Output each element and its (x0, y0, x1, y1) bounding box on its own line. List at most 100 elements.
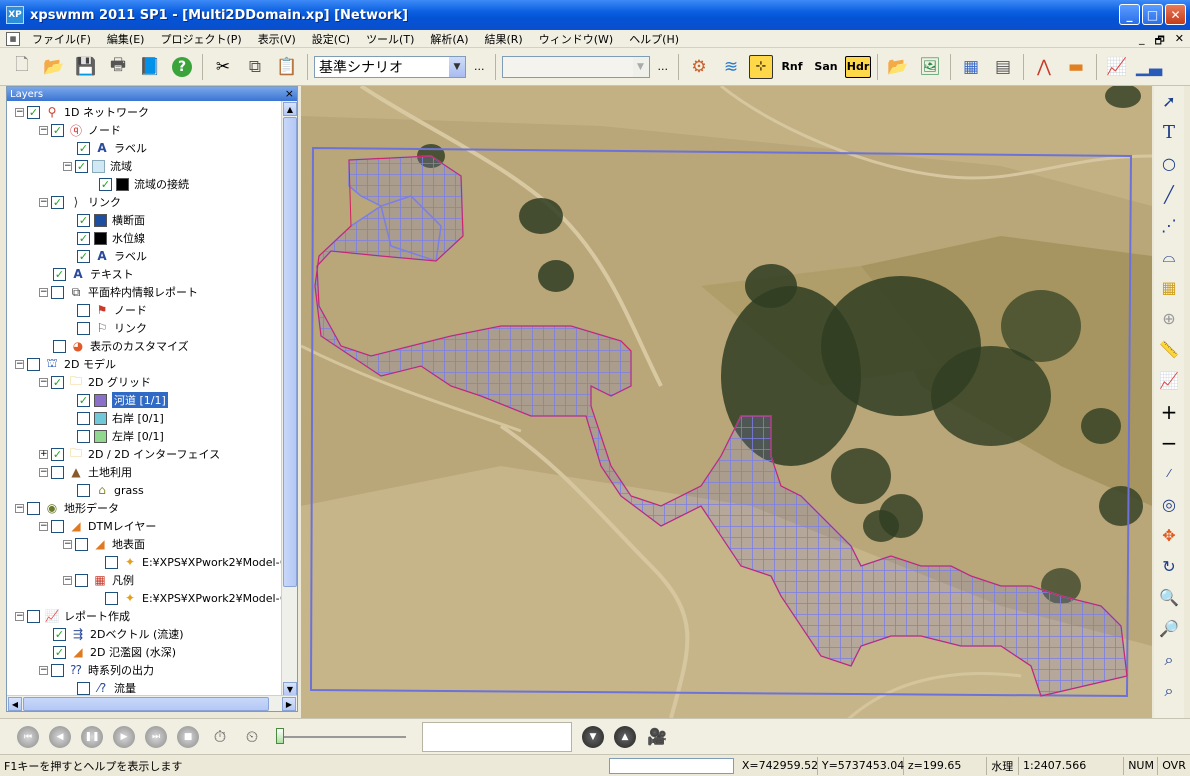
scroll-right-icon[interactable]: ▶ (282, 697, 296, 711)
layer-row[interactable]: ✦ E:¥XPS¥XPwork2¥Model-G (105, 553, 283, 571)
menu-help[interactable]: ヘルプ(H) (621, 31, 687, 47)
scroll-left-icon[interactable]: ◀ (8, 697, 22, 711)
expand-toggle[interactable]: − (39, 521, 48, 531)
layer-checkbox[interactable]: ✓ (51, 123, 64, 137)
layers-vertical-scrollbar[interactable]: ▲ ▼ (281, 101, 297, 697)
menu-view[interactable]: 表示(V) (250, 31, 304, 47)
expand-toggle[interactable]: − (63, 575, 72, 585)
polygon-tool-icon[interactable]: ⌓ (1156, 241, 1182, 272)
layer-row[interactable]: ◕ 表示のカスタマイズ (53, 337, 189, 355)
layers-close-button[interactable]: × (285, 87, 294, 100)
expand-toggle[interactable]: − (39, 377, 48, 387)
video-camera-icon[interactable]: 🎥 (646, 726, 668, 748)
expand-toggle[interactable]: − (15, 107, 24, 117)
layer-row[interactable]: 左岸 [0/1] (77, 427, 164, 445)
arrow-up-icon[interactable]: ▲ (614, 725, 636, 748)
graph-icon[interactable]: 📈 (1103, 53, 1131, 81)
layer-row[interactable]: ✓ A ラベル (77, 139, 147, 157)
area-tool-icon[interactable]: ▦ (1156, 272, 1182, 303)
table-icon[interactable]: ▦ (957, 53, 985, 81)
open-project-icon[interactable]: 📂 (884, 53, 912, 81)
layer-row[interactable]: ✓ 水位線 (77, 229, 145, 247)
zoom-out-minus-icon[interactable]: − (1156, 427, 1182, 458)
layer-row[interactable]: ✓ 流域の接続 (99, 175, 189, 193)
expand-toggle[interactable]: − (63, 161, 72, 171)
layer-checkbox[interactable] (77, 411, 90, 425)
select-all-nodes-icon[interactable]: ◎ (1156, 489, 1182, 520)
layer-checkbox[interactable]: ✓ (77, 213, 90, 227)
paste-icon[interactable]: 📋 (273, 53, 301, 81)
timer-icon[interactable]: ⏱ (209, 726, 231, 748)
close-button[interactable]: ✕ (1165, 4, 1186, 25)
properties-icon[interactable]: ▤ (989, 53, 1017, 81)
sanitary-button[interactable]: San (811, 53, 841, 81)
step-back-icon[interactable]: ◀ (49, 725, 71, 748)
text-tool-icon[interactable]: T (1156, 117, 1182, 148)
minimize-button[interactable]: _ (1119, 4, 1140, 25)
open-folder-icon[interactable]: 📂 (40, 53, 68, 81)
layer-checkbox[interactable]: ✓ (51, 375, 64, 389)
expand-toggle[interactable]: − (39, 665, 48, 675)
layer-checkbox[interactable] (27, 501, 40, 515)
layer-row[interactable]: − ▲ 土地利用 (39, 463, 132, 481)
zoom-extents-icon[interactable]: ⌕ (1156, 644, 1182, 675)
expand-toggle[interactable]: − (39, 125, 48, 135)
layer-row[interactable]: − ◢ 地表面 (63, 535, 145, 553)
layer-checkbox[interactable]: ✓ (77, 231, 90, 245)
dashed-line-tool-icon[interactable]: ⋰ (1156, 210, 1182, 241)
status-input-field[interactable] (608, 757, 734, 774)
layer-row-selected[interactable]: ✓ 河道 [1/1] (77, 391, 168, 409)
title-bar[interactable]: XP xpswmm 2011 SP1 - [Multi2DDomain.xp] … (0, 0, 1190, 30)
network-map-view[interactable] (301, 86, 1152, 718)
expand-toggle[interactable]: + (39, 449, 48, 459)
skip-to-end-icon[interactable]: ⏭ (145, 725, 167, 748)
chevron-down-icon[interactable]: ▼ (632, 56, 649, 77)
layer-checkbox[interactable]: ✓ (75, 159, 88, 173)
layer-checkbox[interactable] (51, 663, 64, 677)
document-icon[interactable]: ▦ (6, 31, 20, 46)
layer-checkbox[interactable]: ✓ (53, 627, 66, 641)
book-icon[interactable]: 📘 (136, 53, 164, 81)
scroll-thumb[interactable] (23, 697, 269, 711)
settings-gear-icon[interactable]: ⚙ (685, 53, 713, 81)
menu-edit[interactable]: 編集(E) (99, 31, 153, 47)
menu-project[interactable]: プロジェクト(P) (152, 31, 249, 47)
node-snap-icon[interactable]: ⊹ (749, 54, 773, 79)
scroll-up-icon[interactable]: ▲ (283, 102, 297, 116)
layer-row[interactable]: ✦ E:¥XPS¥XPwork2¥Model-G (105, 589, 283, 607)
cut-icon[interactable]: ✂ (209, 53, 237, 81)
layer-row[interactable]: − 📈 レポート作成 (15, 607, 130, 625)
image-icon[interactable]: 🖼 (916, 53, 944, 81)
layer-row[interactable]: ✓ 横断面 (77, 211, 145, 229)
long-section-icon[interactable]: 📈 (1156, 365, 1182, 396)
layer-row[interactable]: ⚐ リンク (77, 319, 147, 337)
layer-checkbox[interactable] (77, 303, 90, 317)
layer-row[interactable]: ✓ A ラベル (77, 247, 147, 265)
new-file-icon[interactable]: 🗋 (8, 53, 36, 81)
clock-icon[interactable]: ⏲ (241, 726, 263, 748)
menu-results[interactable]: 結果(R) (476, 31, 530, 47)
layers-icon[interactable]: ≋ (717, 53, 745, 81)
layer-checkbox[interactable]: ✓ (77, 393, 90, 407)
layer-checkbox[interactable] (27, 357, 40, 371)
circle-tool-icon[interactable]: ○ (1156, 148, 1182, 179)
crosshair-icon[interactable]: ⊕ (1156, 303, 1182, 334)
arrow-down-icon[interactable]: ▼ (582, 725, 604, 748)
save-icon[interactable]: 💾 (72, 53, 100, 81)
layer-row[interactable]: − ▦ 凡例 (63, 571, 134, 589)
layer-row[interactable]: − ⁇ 時系列の出力 (39, 661, 154, 679)
scenario-select[interactable]: 基準シナリオ ▼ (314, 55, 466, 78)
scenario-more-button[interactable]: ... (474, 60, 485, 73)
print-icon[interactable]: 🖶 (104, 53, 132, 81)
layer-row[interactable]: − ✓ ⓠ ノード (39, 121, 121, 139)
help-icon[interactable]: ? (168, 53, 196, 81)
layer-checkbox[interactable] (105, 591, 118, 605)
ruler-icon[interactable]: 📏 (1156, 334, 1182, 365)
layer-row[interactable]: − ⧉ 平面枠内情報レポート (39, 283, 198, 301)
layer-row[interactable]: ✓ ⇶ 2Dベクトル (流速) (53, 625, 184, 643)
copy-icon[interactable]: ⧉ (241, 53, 269, 81)
layer-row[interactable]: − ✓ 🗀 2D グリッド (39, 373, 151, 391)
stop-icon[interactable]: ■ (177, 725, 199, 748)
secondary-more-button[interactable]: ... (658, 60, 669, 73)
menu-file[interactable]: ファイル(F) (24, 31, 99, 47)
